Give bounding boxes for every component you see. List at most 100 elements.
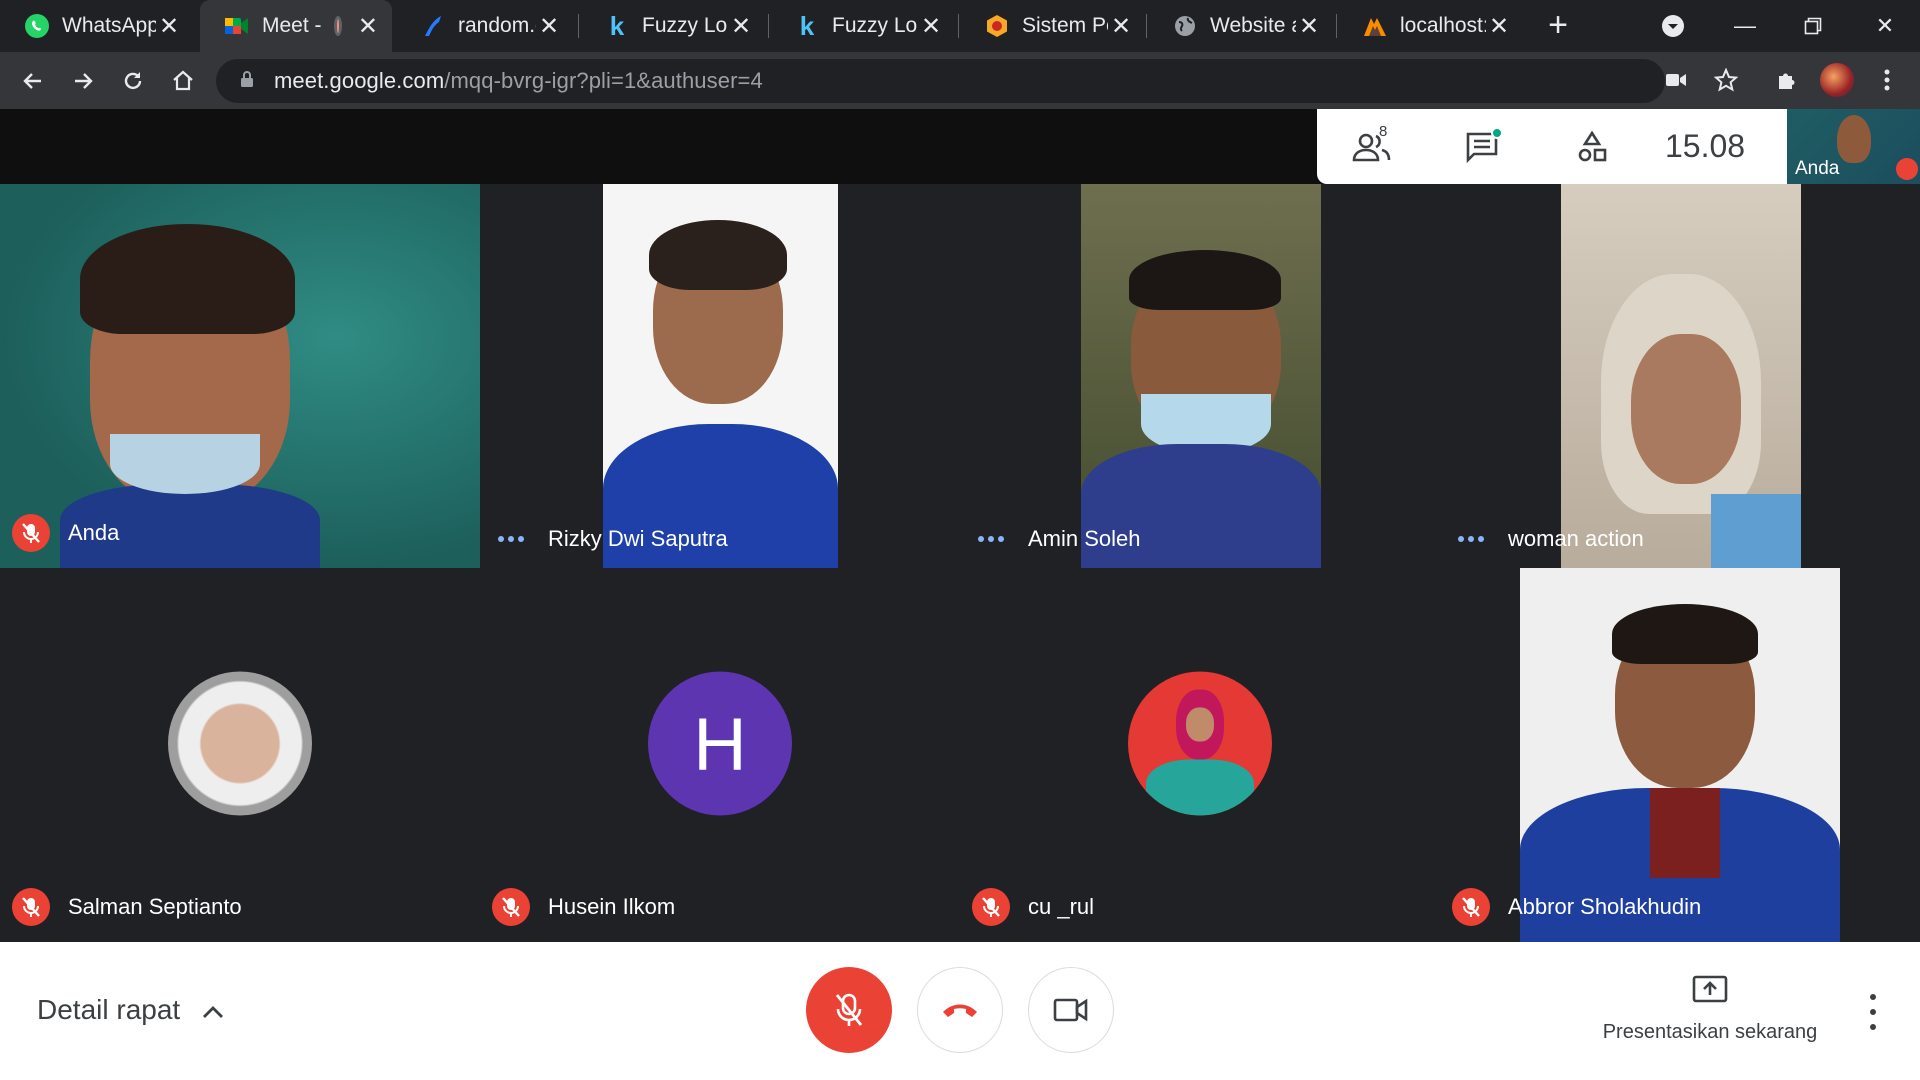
new-tab-button[interactable]: + bbox=[1540, 8, 1576, 44]
tab-fuzzy-logic-1[interactable]: k Fuzzy Logic ✕ bbox=[580, 0, 768, 52]
close-icon[interactable]: ✕ bbox=[1486, 12, 1512, 41]
window-close-button[interactable]: ✕ bbox=[1855, 0, 1915, 52]
browser-toolbar: meet.google.com/mqq-bvrg-igr?pli=1&authu… bbox=[0, 52, 1920, 109]
tab-label: localhost:8 bbox=[1400, 14, 1486, 37]
people-button[interactable]: 8 bbox=[1317, 109, 1427, 184]
reload-button[interactable] bbox=[112, 60, 154, 102]
k-letter-icon: k bbox=[799, 10, 815, 41]
restore-icon bbox=[1804, 17, 1822, 35]
close-icon[interactable]: ✕ bbox=[918, 12, 944, 41]
close-icon[interactable]: ✕ bbox=[1296, 12, 1322, 41]
close-icon[interactable]: ✕ bbox=[536, 12, 562, 41]
participant-tile-woman-action[interactable]: woman action bbox=[1440, 184, 1920, 568]
tab-whatsapp[interactable]: WhatsApp ✕ bbox=[0, 0, 196, 52]
present-now-button[interactable]: Presentasikan sekarang bbox=[1598, 975, 1822, 1044]
participant-tile-rizky[interactable]: Rizky Dwi Saputra bbox=[480, 184, 960, 568]
participant-nameplate: Anda bbox=[12, 514, 119, 552]
self-view-name: Anda bbox=[1795, 158, 1840, 179]
chat-unread-dot bbox=[1491, 127, 1503, 139]
participant-tile-abbror[interactable]: Abbror Sholakhudin bbox=[1440, 568, 1920, 942]
audio-activity-icon bbox=[492, 536, 530, 542]
participant-tile-cu-rul[interactable]: cu _rul bbox=[960, 568, 1440, 942]
participant-tile-amin[interactable]: Amin Soleh bbox=[960, 184, 1440, 568]
participant-name: Abbror Sholakhudin bbox=[1508, 894, 1702, 919]
close-icon[interactable]: ✕ bbox=[358, 12, 378, 41]
tab-random-gif[interactable]: random.gif ✕ bbox=[396, 0, 576, 52]
participant-avatar bbox=[1128, 671, 1272, 816]
back-button[interactable] bbox=[12, 60, 54, 102]
meeting-details-label: Detail rapat bbox=[37, 994, 181, 1025]
self-view-thumbnail[interactable]: Anda bbox=[1787, 109, 1920, 184]
participant-video bbox=[1081, 184, 1321, 568]
participant-name: Anda bbox=[68, 520, 120, 545]
profile-avatar[interactable] bbox=[1817, 60, 1857, 100]
close-icon[interactable]: ✕ bbox=[1108, 12, 1134, 41]
tab-fuzzy-logic-2[interactable]: k Fuzzy Logic ✕ bbox=[770, 0, 958, 52]
activities-button[interactable] bbox=[1537, 109, 1647, 184]
reload-icon bbox=[124, 72, 142, 90]
participant-tile-husein[interactable]: H Husein Ilkom bbox=[480, 568, 960, 942]
toggle-microphone-button[interactable] bbox=[806, 967, 892, 1053]
google-meet-icon bbox=[224, 13, 250, 39]
mic-off-icon bbox=[1896, 158, 1918, 180]
pen-icon bbox=[420, 13, 446, 39]
arrow-left-icon bbox=[23, 73, 41, 89]
participant-avatar: H bbox=[648, 671, 792, 816]
tab-label: Sistem Pen bbox=[1022, 14, 1108, 37]
meeting-details-button[interactable]: Detail rapat bbox=[37, 994, 224, 1026]
browser-menu-icon[interactable] bbox=[1867, 60, 1907, 100]
mic-off-icon bbox=[835, 993, 863, 1026]
k-letter-icon: k bbox=[609, 10, 625, 41]
meeting-controls-bar: Detail rapat Presentasikan sekarang bbox=[0, 942, 1920, 1080]
participant-nameplate: cu _rul bbox=[972, 888, 1094, 926]
tab-search-button[interactable] bbox=[1643, 0, 1703, 52]
chevron-up-icon bbox=[202, 994, 224, 1026]
extensions-puzzle-icon[interactable] bbox=[1767, 60, 1807, 100]
home-button[interactable] bbox=[162, 60, 204, 102]
audio-activity-icon bbox=[1452, 536, 1490, 542]
chevron-down-icon bbox=[1662, 15, 1684, 37]
chat-button[interactable] bbox=[1427, 109, 1537, 184]
arrow-right-icon bbox=[75, 73, 93, 89]
mic-off-icon bbox=[972, 888, 1010, 926]
camera-icon bbox=[1053, 998, 1088, 1022]
meeting-info-pill: 8 15.08 bbox=[1317, 109, 1787, 184]
bookmark-star-icon[interactable] bbox=[1706, 60, 1746, 100]
leave-call-button[interactable] bbox=[917, 967, 1003, 1053]
tab-meet[interactable]: Meet - ✕ bbox=[200, 0, 392, 52]
restore-button[interactable] bbox=[1783, 0, 1843, 52]
lock-icon bbox=[240, 70, 254, 93]
participant-avatar bbox=[168, 671, 312, 816]
more-options-icon[interactable] bbox=[1858, 994, 1888, 1030]
camera-indicator-icon[interactable] bbox=[1656, 60, 1696, 100]
participant-name: cu _rul bbox=[1028, 894, 1095, 919]
participant-name: Salman Septianto bbox=[68, 894, 242, 919]
tab-website[interactable]: Website au ✕ bbox=[1148, 0, 1336, 52]
toggle-camera-button[interactable] bbox=[1028, 967, 1114, 1053]
participant-count: 8 bbox=[1379, 123, 1388, 140]
minimize-button[interactable]: — bbox=[1715, 0, 1775, 52]
participant-video bbox=[0, 184, 480, 568]
participant-tile-salman[interactable]: Salman Septianto bbox=[0, 568, 480, 942]
tab-label: Website au bbox=[1210, 14, 1296, 37]
tab-sistem[interactable]: Sistem Pen ✕ bbox=[960, 0, 1148, 52]
present-screen-icon bbox=[1598, 975, 1822, 1009]
close-icon[interactable]: ✕ bbox=[728, 12, 754, 41]
tab-localhost[interactable]: localhost:8 ✕ bbox=[1338, 0, 1526, 52]
forward-button[interactable] bbox=[62, 60, 104, 102]
hang-up-icon bbox=[943, 1004, 977, 1017]
meeting-stage: 8 15.08 Anda Anda Rizky Dwi Saputra Amin… bbox=[0, 109, 1920, 942]
participant-video bbox=[1561, 184, 1801, 568]
participant-name: Husein Ilkom bbox=[548, 894, 676, 919]
participant-nameplate: woman action bbox=[1452, 526, 1644, 552]
hexagon-icon bbox=[984, 13, 1010, 39]
tab-label: random.gif bbox=[458, 14, 536, 37]
participant-tile-anda[interactable]: Anda bbox=[0, 184, 480, 568]
close-icon[interactable]: ✕ bbox=[156, 12, 182, 41]
tab-label: Fuzzy Logic bbox=[832, 14, 918, 37]
address-bar[interactable]: meet.google.com/mqq-bvrg-igr?pli=1&authu… bbox=[216, 59, 1665, 103]
xampp-icon bbox=[1362, 13, 1388, 39]
participant-video bbox=[1520, 568, 1840, 942]
participant-video bbox=[603, 184, 838, 568]
participant-nameplate: Husein Ilkom bbox=[492, 888, 675, 926]
